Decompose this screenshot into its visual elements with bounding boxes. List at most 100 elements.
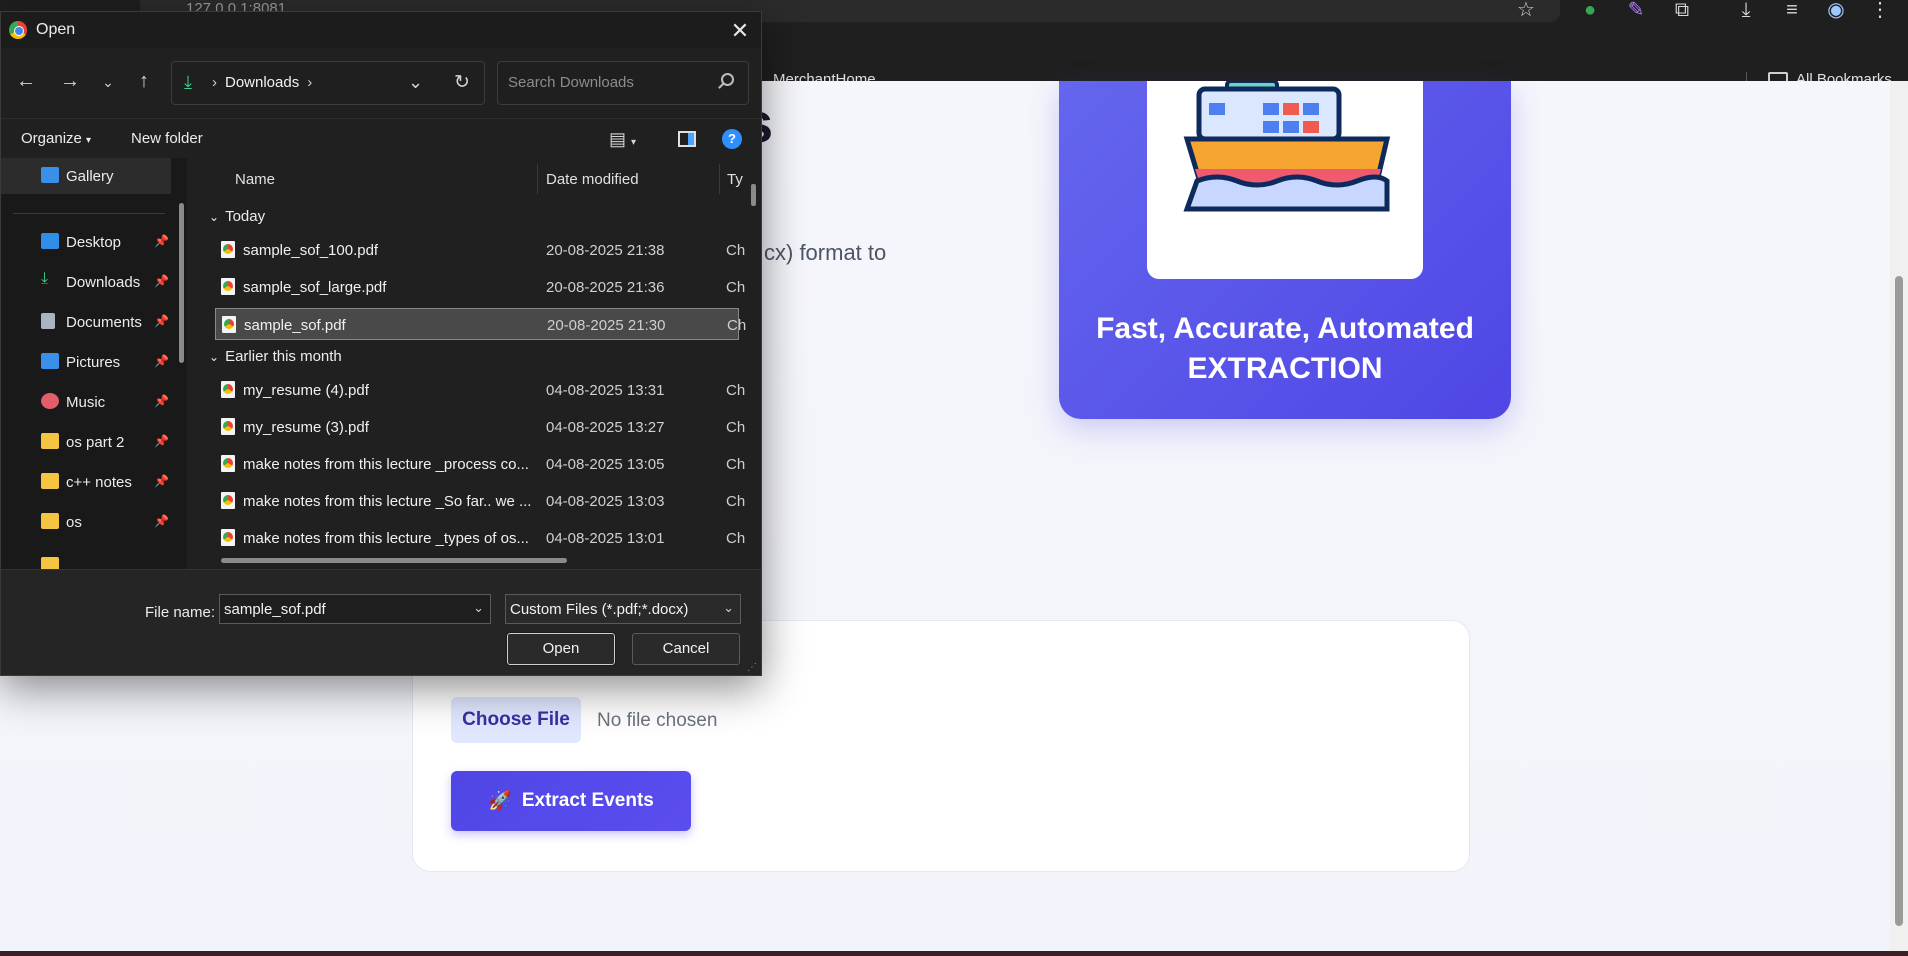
hero-title: Fast, Accurate, Automated EXTRACTION (1096, 312, 1474, 385)
nav-item-os-part-2[interactable]: os part 2 📌 (1, 424, 171, 460)
path-dropdown-chevron-icon[interactable]: ⌄ (408, 72, 423, 93)
new-folder-button[interactable]: New folder (131, 130, 203, 147)
help-icon[interactable]: ? (722, 129, 742, 149)
nav-item-cpp-notes[interactable]: c++ notes 📌 (1, 464, 171, 500)
file-row[interactable]: make notes from this lecture _So far.. w… (215, 485, 745, 517)
chevron-down-icon[interactable]: ⌄ (473, 600, 484, 616)
dialog-titlebar[interactable]: Open ✕ (1, 12, 761, 48)
organize-button[interactable]: Organize ▾ (21, 130, 91, 147)
view-options-icon[interactable]: ▤ ▾ (609, 129, 636, 150)
pdf-file-icon (221, 278, 235, 295)
extension-feather-icon[interactable]: ✎ (1622, 0, 1650, 22)
file-row[interactable]: make notes from this lecture _types of o… (215, 522, 745, 554)
ship-icon (1183, 79, 1391, 212)
close-icon[interactable]: ✕ (727, 18, 753, 44)
resize-grip-icon[interactable]: ⋰ (747, 662, 757, 673)
page-scrollbar[interactable] (1890, 81, 1908, 956)
preview-pane-icon[interactable] (678, 131, 696, 147)
nav-item-desktop[interactable]: Desktop 📌 (1, 224, 171, 260)
navigation-pane: Gallery Desktop 📌 ⤓ Downloads 📌 Document… (1, 158, 187, 569)
search-input[interactable]: Search Downloads (497, 61, 749, 105)
file-type-select[interactable]: Custom Files (*.pdf;*.docx) ⌄ (505, 594, 741, 624)
extract-events-button[interactable]: 🚀 Extract Events (451, 771, 691, 831)
download-icon: ⤓ (184, 72, 192, 92)
pin-icon: 📌 (154, 514, 169, 528)
horizontal-scroll-thumb[interactable] (221, 558, 567, 563)
group-header-today[interactable]: ⌄ Today (209, 208, 265, 225)
nav-item-os[interactable]: os 📌 (1, 504, 171, 540)
file-status: No file chosen (597, 710, 718, 731)
file-name-field[interactable]: sample_sof.pdf ⌄ (219, 594, 491, 624)
nav-item-music[interactable]: Music 📌 (1, 384, 171, 420)
back-arrow-icon[interactable]: ← (13, 70, 39, 93)
chevron-down-icon: ⌄ (723, 600, 734, 615)
chevron-down-icon: ⌄ (209, 210, 220, 224)
dialog-footer: File name: sample_sof.pdf ⌄ Custom Files… (1, 569, 761, 675)
rocket-icon: 🚀 (488, 791, 512, 812)
extensions-puzzle-icon[interactable]: ⧉ (1668, 0, 1696, 22)
pdf-file-icon (221, 492, 235, 509)
refresh-icon[interactable]: ↻ (454, 71, 470, 94)
pdf-file-icon (221, 381, 235, 398)
nav-item-pictures[interactable]: Pictures 📌 (1, 344, 171, 380)
command-bar: Organize ▾ New folder ▤ ▾ ? (1, 118, 761, 158)
folder-icon (41, 473, 59, 489)
cancel-button[interactable]: Cancel (632, 633, 740, 665)
choose-file-button[interactable]: Choose File (451, 697, 581, 743)
hero-card: Fast, Accurate, Automated EXTRACTION (1059, 79, 1511, 419)
breadcrumb-downloads[interactable]: Downloads (225, 74, 299, 91)
file-row[interactable]: sample_sof_100.pdf 20-08-2025 21:38 Ch (215, 234, 745, 266)
column-type[interactable]: Ty (727, 171, 743, 188)
file-row[interactable]: my_resume (4).pdf 04-08-2025 13:31 Ch (215, 374, 745, 406)
chevron-down-icon: ⌄ (209, 350, 220, 364)
file-row[interactable]: make notes from this lecture _process co… (215, 448, 745, 480)
page-scroll-thumb[interactable] (1895, 276, 1903, 926)
nav-item-downloads[interactable]: ⤓ Downloads 📌 (1, 264, 171, 300)
gallery-icon (41, 167, 59, 183)
nav-divider (13, 213, 165, 214)
column-date-modified[interactable]: Date modified (546, 171, 639, 188)
pin-icon: 📌 (154, 354, 169, 368)
file-row[interactable]: sample_sof_large.pdf 20-08-2025 21:36 Ch (215, 271, 745, 303)
pin-icon: 📌 (154, 434, 169, 448)
pdf-file-icon (221, 241, 235, 258)
profile-avatar-icon[interactable]: ◉ (1822, 0, 1850, 22)
nav-scroll-thumb[interactable] (179, 203, 184, 363)
folder-icon (41, 557, 59, 569)
file-scroll-thumb[interactable] (751, 184, 756, 206)
pdf-file-icon (221, 418, 235, 435)
up-arrow-icon[interactable]: ↑ (131, 70, 157, 93)
file-row[interactable]: my_resume (3).pdf 04-08-2025 13:27 Ch (215, 411, 745, 443)
breadcrumb[interactable]: ⤓ › Downloads › ⌄ ↻ (171, 61, 485, 105)
chrome-logo-icon (9, 21, 27, 39)
desktop-icon (41, 233, 59, 249)
open-button[interactable]: Open (506, 632, 616, 666)
bookmark-star-icon[interactable]: ☆ (1512, 0, 1540, 22)
column-divider[interactable] (537, 164, 538, 194)
column-name[interactable]: Name (235, 171, 275, 188)
nav-item-gallery[interactable]: Gallery (1, 158, 171, 194)
file-list: Name Date modified Ty ⌄ Today sample_sof_… (197, 158, 761, 569)
pin-icon: 📌 (154, 274, 169, 288)
nav-item-documents[interactable]: Documents 📌 (1, 304, 171, 340)
pdf-file-icon (221, 529, 235, 546)
downloads-icon[interactable]: ⤓ (1732, 0, 1760, 22)
folder-icon (41, 433, 59, 449)
column-headers: Name Date modified Ty (197, 158, 761, 198)
column-divider[interactable] (719, 164, 720, 194)
recent-locations-chevron-icon[interactable]: ⌄ (95, 74, 121, 91)
nav-item-partial[interactable] (1, 548, 171, 569)
forward-arrow-icon[interactable]: → (57, 70, 83, 93)
pin-icon: 📌 (154, 474, 169, 488)
pictures-icon (41, 353, 59, 369)
ship-illustration (1147, 79, 1423, 279)
taskbar-edge (0, 951, 1908, 956)
file-row-selected[interactable]: sample_sof.pdf 20-08-2025 21:30 Ch (215, 308, 746, 340)
pdf-file-icon (222, 316, 236, 333)
group-header-earlier[interactable]: ⌄ Earlier this month (209, 348, 342, 365)
media-queue-icon[interactable]: ≡ (1778, 0, 1806, 22)
file-name-label: File name: (145, 604, 216, 621)
pdf-file-icon (221, 455, 235, 472)
menu-kebab-icon[interactable]: ⋮ (1866, 0, 1894, 22)
extension-add-icon[interactable]: ● (1576, 0, 1604, 22)
